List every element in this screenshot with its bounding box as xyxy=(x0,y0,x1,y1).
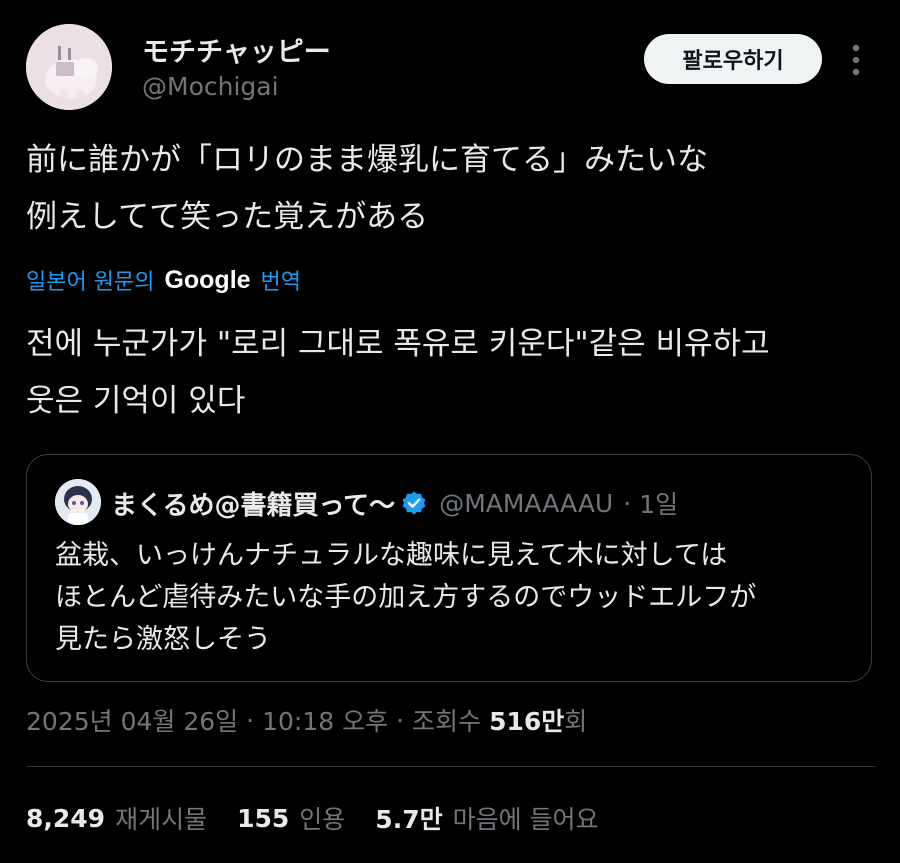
verified-badge-icon xyxy=(401,490,427,516)
meta-separator-2: · xyxy=(396,705,405,735)
tweet-text: 前に誰かが「ロリのまま爆乳に育てる」みたいな 例えしてて笑った覚えがある xyxy=(26,142,708,235)
views-count: 516만 xyxy=(489,707,565,736)
meta-separator: · xyxy=(246,705,255,735)
google-logo-text: Google xyxy=(164,265,251,294)
retweets-label[interactable]: 재게시물 xyxy=(115,800,207,836)
quotes-label[interactable]: 인용 xyxy=(299,800,345,836)
retweets-count[interactable]: 8,249 xyxy=(26,804,105,833)
quotes-count[interactable]: 155 xyxy=(237,804,289,833)
quote-header: まくるめ@書籍買って〜 @MAMAAAAU · 1일 xyxy=(111,483,678,523)
quote-timestamp[interactable]: 1일 xyxy=(639,485,678,521)
divider xyxy=(26,766,876,767)
more-vertical-icon[interactable] xyxy=(846,42,866,78)
author-display-name[interactable]: モチチャッピー xyxy=(142,30,331,69)
translation-attribution[interactable]: 일본어 원문의 Google 번역 xyxy=(26,260,301,300)
engagement-stats: 8,249 재게시물 155 인용 5.7만 마음에 들어요 xyxy=(26,798,599,838)
tweet-time[interactable]: 10:18 오후 xyxy=(262,702,388,738)
quote-author-name[interactable]: まくるめ@書籍買って〜 xyxy=(111,485,395,522)
author-handle[interactable]: @Mochigai xyxy=(142,72,279,101)
views-suffix: 회 xyxy=(564,707,588,736)
translate-label: 일본어 원문의 xyxy=(26,270,155,295)
quote-author-handle[interactable]: @MAMAAAAU xyxy=(439,489,613,518)
tweet-date[interactable]: 2025년 04월 26일 xyxy=(26,702,238,738)
follow-button[interactable]: 팔로우하기 xyxy=(644,34,822,84)
quoted-tweet-card[interactable]: まくるめ@書籍買って〜 @MAMAAAAU · 1일 盆栽、いっけんナチュラルな… xyxy=(26,454,872,682)
author-avatar[interactable] xyxy=(26,24,112,110)
views-label: 조회수 xyxy=(412,707,482,736)
quote-text: 盆栽、いっけんナチュラルな趣味に見えて木に対しては ほとんど虐待みたいな手の加え… xyxy=(55,540,757,655)
quote-separator: · xyxy=(623,488,632,518)
tweet-header: モチチャッピー @Mochigai 팔로우하기 xyxy=(26,24,876,114)
tweet-meta: 2025년 04월 26일 · 10:18 오후 · 조회수 516만 회 xyxy=(26,700,587,740)
translate-action[interactable]: 번역 xyxy=(261,264,301,296)
likes-count[interactable]: 5.7만 xyxy=(375,800,442,836)
likes-label[interactable]: 마음에 들어요 xyxy=(453,800,599,836)
quote-author-avatar[interactable] xyxy=(55,479,101,525)
translated-text: 전에 누군가가 "로리 그대로 폭유로 키운다"같은 비유하고 웃은 기억이 있… xyxy=(26,326,770,419)
